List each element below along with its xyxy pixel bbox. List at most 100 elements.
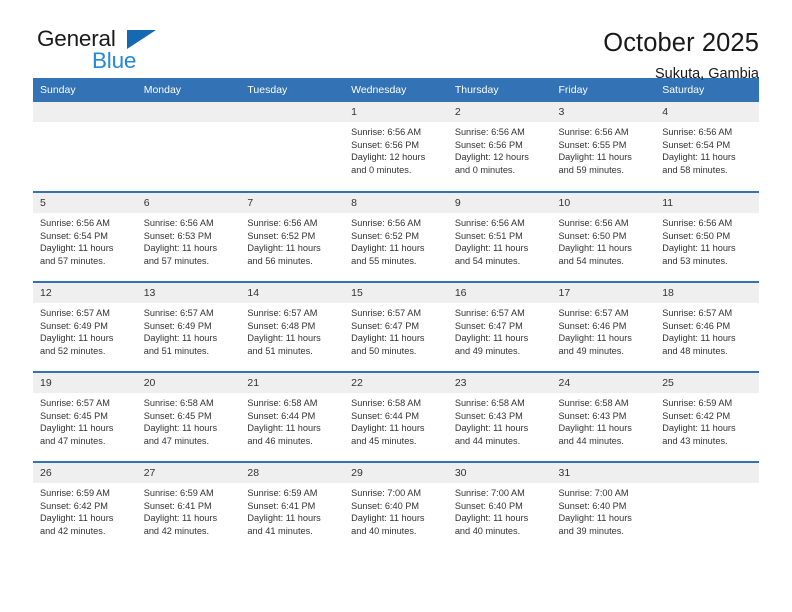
calendar-day-cell[interactable]: 2 Sunrise: 6:56 AM Sunset: 6:56 PM Daylight… <box>447 102 552 192</box>
day-number: 17 <box>551 283 656 303</box>
day-sunset-text: Sunset: 6:55 PM <box>558 139 627 150</box>
day-daylight-line2-text: and 52 minutes. <box>40 345 106 356</box>
day-daylight-line2-text: and 57 minutes. <box>143 255 210 266</box>
calendar-day-cell[interactable]: 27 Sunrise: 6:59 AM Sunset: 6:41 PM Dayligh… <box>136 461 241 552</box>
day-sunset-text: Sunset: 6:52 PM <box>247 230 316 241</box>
calendar-day-cell[interactable]: 11 Sunrise: 6:56 AM Sunset: 6:50 PM Dayligh… <box>655 191 759 282</box>
day-daylight-line2-text: and 42 minutes. <box>40 525 106 536</box>
general-blue-logo: General Blue <box>33 26 183 78</box>
day-daylight-line1-text: Daylight: 11 hours <box>143 423 218 434</box>
day-details <box>137 122 241 126</box>
day-daylight-line1-text: Daylight: 11 hours <box>351 333 425 344</box>
day-details: Sunrise: 6:59 AM Sunset: 6:42 PM Daylight:… <box>33 483 137 537</box>
calendar-day-cell[interactable]: 10 Sunrise: 6:56 AM Sunset: 6:50 PM Dayligh… <box>551 191 656 282</box>
calendar-day-cell[interactable]: 3 Sunrise: 6:56 AM Sunset: 6:55 PM Daylight… <box>551 102 656 192</box>
day-daylight-line2-text: and 53 minutes. <box>662 255 728 266</box>
day-daylight-line2-text: and 42 minutes. <box>143 525 210 536</box>
page-subtitle: Sukuta, Gambia <box>655 66 759 82</box>
calendar-day-cell[interactable]: 4 Sunrise: 6:56 AM Sunset: 6:54 PM Daylight… <box>655 102 759 192</box>
calendar-day-cell[interactable]: 28 Sunrise: 6:59 AM Sunset: 6:41 PM Dayligh… <box>240 461 345 552</box>
day-sunrise-text: Sunrise: 6:56 AM <box>351 127 422 137</box>
calendar-day-cell[interactable]: 6 Sunrise: 6:56 AM Sunset: 6:53 PM Daylight… <box>136 191 241 282</box>
day-number: 15 <box>344 283 448 303</box>
day-number: 6 <box>136 193 241 213</box>
day-details: Sunrise: 7:00 AM Sunset: 6:40 PM Daylight:… <box>552 483 656 537</box>
calendar-day-cell[interactable]: 21 Sunrise: 6:58 AM Sunset: 6:44 PM Dayligh… <box>240 371 345 462</box>
title-block: October 2025 Sukuta, Gambia <box>603 26 759 84</box>
day-details: Sunrise: 6:59 AM Sunset: 6:42 PM Daylight:… <box>655 393 759 447</box>
day-daylight-line1-text: Daylight: 11 hours <box>40 333 114 344</box>
day-cell-inner: 15 Sunrise: 6:57 AM Sunset: 6:47 PM Dayligh… <box>344 283 448 371</box>
calendar-day-cell[interactable]: 22 Sunrise: 6:58 AM Sunset: 6:44 PM Dayligh… <box>344 371 448 462</box>
day-cell-inner: 25 Sunrise: 6:59 AM Sunset: 6:42 PM Dayligh… <box>655 373 759 461</box>
calendar-day-cell[interactable]: 15 Sunrise: 6:57 AM Sunset: 6:47 PM Dayligh… <box>344 281 448 372</box>
calendar-day-cell[interactable]: 8 Sunrise: 6:56 AM Sunset: 6:52 PM Daylight… <box>344 191 448 282</box>
day-details: Sunrise: 6:56 AM Sunset: 6:52 PM Daylight:… <box>240 213 344 267</box>
day-sunset-text: Sunset: 6:50 PM <box>662 230 731 241</box>
day-sunrise-text: Sunrise: 7:00 AM <box>454 488 525 498</box>
page-title: October 2025 <box>603 29 759 57</box>
day-cell-inner: 18 Sunrise: 6:57 AM Sunset: 6:46 PM Dayligh… <box>655 283 759 371</box>
calendar-day-cell[interactable]: 18 Sunrise: 6:57 AM Sunset: 6:46 PM Dayligh… <box>655 281 759 372</box>
day-sunrise-text: Sunrise: 6:56 AM <box>247 218 318 228</box>
day-number: 12 <box>33 283 137 303</box>
calendar-day-cell[interactable]: 13 Sunrise: 6:57 AM Sunset: 6:49 PM Dayligh… <box>136 281 241 372</box>
calendar-page: General Blue October 2025 Sukuta, Gambia… <box>0 0 792 612</box>
day-sunrise-text: Sunrise: 6:56 AM <box>662 218 733 228</box>
calendar-day-cell[interactable]: 31 Sunrise: 7:00 AM Sunset: 6:40 PM Dayligh… <box>551 461 656 552</box>
day-cell-inner: 13 Sunrise: 6:57 AM Sunset: 6:49 PM Dayligh… <box>136 283 241 371</box>
calendar-table: Sunday Monday Tuesday Wednesday Thursday… <box>33 78 759 552</box>
day-sunset-text: Sunset: 6:41 PM <box>143 500 212 511</box>
calendar-day-cell[interactable]: 29 Sunrise: 7:00 AM Sunset: 6:40 PM Dayligh… <box>344 461 448 552</box>
calendar-day-cell[interactable]: 5 Sunrise: 6:56 AM Sunset: 6:54 PM Daylight… <box>33 191 137 282</box>
day-sunset-text: Sunset: 6:40 PM <box>558 500 627 511</box>
day-daylight-line1-text: Daylight: 11 hours <box>662 243 736 254</box>
day-sunrise-text: Sunrise: 6:56 AM <box>454 218 525 228</box>
calendar-day-cell[interactable]: 26 Sunrise: 6:59 AM Sunset: 6:42 PM Dayligh… <box>33 461 137 552</box>
calendar-day-cell[interactable]: 25 Sunrise: 6:59 AM Sunset: 6:42 PM Dayligh… <box>655 371 759 462</box>
calendar-day-cell[interactable]: 19 Sunrise: 6:57 AM Sunset: 6:45 PM Dayligh… <box>33 371 137 462</box>
calendar-day-cell[interactable]: 1 Sunrise: 6:56 AM Sunset: 6:56 PM Daylight… <box>344 102 448 192</box>
day-number: 18 <box>655 283 759 303</box>
calendar-day-cell[interactable]: 7 Sunrise: 6:56 AM Sunset: 6:52 PM Daylight… <box>240 191 345 282</box>
day-daylight-line1-text: Daylight: 11 hours <box>247 513 321 524</box>
day-sunset-text: Sunset: 6:44 PM <box>247 410 316 421</box>
day-daylight-line2-text: and 51 minutes. <box>143 345 210 356</box>
calendar-day-cell[interactable]: 12 Sunrise: 6:57 AM Sunset: 6:49 PM Dayligh… <box>33 281 137 372</box>
day-sunrise-text: Sunrise: 6:57 AM <box>40 398 110 408</box>
day-daylight-line1-text: Daylight: 11 hours <box>454 423 529 434</box>
day-sunset-text: Sunset: 6:52 PM <box>351 230 420 241</box>
day-sunrise-text: Sunrise: 6:56 AM <box>558 218 629 228</box>
day-sunset-text: Sunset: 6:42 PM <box>40 500 108 511</box>
calendar-day-cell[interactable]: 20 Sunrise: 6:58 AM Sunset: 6:45 PM Dayligh… <box>136 371 241 462</box>
day-cell-inner: 9 Sunrise: 6:56 AM Sunset: 6:51 PM Daylight… <box>447 193 552 281</box>
day-details: Sunrise: 6:56 AM Sunset: 6:56 PM Daylight:… <box>448 122 552 176</box>
weekday-header-monday: Monday <box>136 78 241 102</box>
day-sunrise-text: Sunrise: 6:58 AM <box>454 398 525 408</box>
calendar-day-cell[interactable]: 14 Sunrise: 6:57 AM Sunset: 6:48 PM Dayligh… <box>240 281 345 372</box>
day-daylight-line1-text: Daylight: 11 hours <box>247 333 321 344</box>
day-details: Sunrise: 6:56 AM Sunset: 6:54 PM Daylight:… <box>33 213 137 267</box>
calendar-day-cell[interactable]: 16 Sunrise: 6:57 AM Sunset: 6:47 PM Dayligh… <box>447 281 552 372</box>
calendar-day-cell[interactable]: 23 Sunrise: 6:58 AM Sunset: 6:43 PM Dayligh… <box>447 371 552 462</box>
day-daylight-line1-text: Daylight: 11 hours <box>143 243 218 254</box>
day-sunset-text: Sunset: 6:46 PM <box>662 320 731 331</box>
day-number: 30 <box>447 463 552 483</box>
calendar-empty-cell <box>136 102 241 192</box>
calendar-day-cell[interactable]: 24 Sunrise: 6:58 AM Sunset: 6:43 PM Dayligh… <box>551 371 656 462</box>
day-daylight-line2-text: and 48 minutes. <box>662 345 728 356</box>
day-sunrise-text: Sunrise: 6:56 AM <box>143 218 214 228</box>
day-daylight-line1-text: Daylight: 11 hours <box>454 333 529 344</box>
day-sunrise-text: Sunrise: 6:56 AM <box>558 127 629 137</box>
page-header: General Blue October 2025 Sukuta, Gambia <box>0 0 792 82</box>
calendar-day-cell[interactable]: 30 Sunrise: 7:00 AM Sunset: 6:40 PM Dayligh… <box>447 461 552 552</box>
day-daylight-line2-text: and 49 minutes. <box>558 345 624 356</box>
calendar-day-cell[interactable]: 17 Sunrise: 6:57 AM Sunset: 6:46 PM Dayligh… <box>551 281 656 372</box>
day-cell-inner: 5 Sunrise: 6:56 AM Sunset: 6:54 PM Daylight… <box>33 193 137 281</box>
day-number: 24 <box>551 373 656 393</box>
day-sunset-text: Sunset: 6:53 PM <box>143 230 212 241</box>
day-daylight-line2-text: and 55 minutes. <box>351 255 417 266</box>
day-sunset-text: Sunset: 6:54 PM <box>662 139 731 150</box>
day-daylight-line1-text: Daylight: 11 hours <box>558 423 632 434</box>
calendar-day-cell[interactable]: 9 Sunrise: 6:56 AM Sunset: 6:51 PM Daylight… <box>447 191 552 282</box>
